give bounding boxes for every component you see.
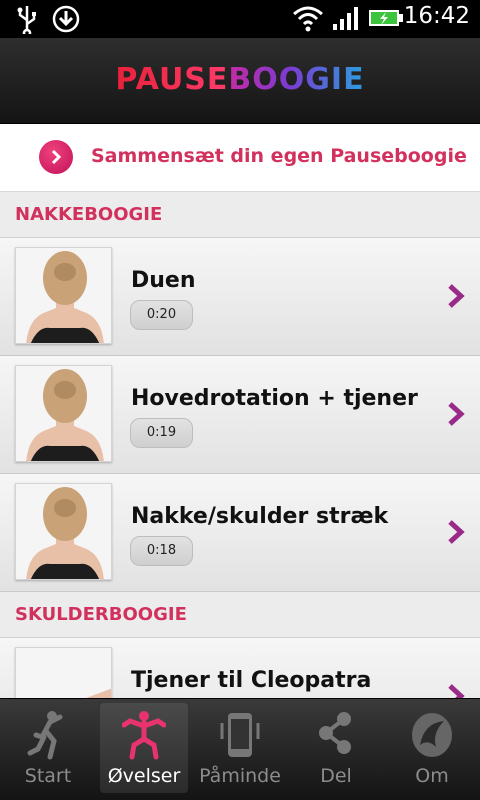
exercise-title: Duen — [131, 268, 196, 293]
exercise-title: Tjener til Cleopatra — [131, 668, 372, 693]
list-item[interactable]: Duen 0:20 — [0, 238, 480, 356]
tab-del[interactable]: Del — [292, 703, 380, 793]
chevron-right-icon — [448, 520, 465, 544]
status-bar: 16:42 — [0, 0, 480, 38]
tab-ovelser[interactable]: Øvelser — [100, 703, 188, 793]
compose-own-pauseboogie-button[interactable]: Sammensæt din egen Pauseboogie — [0, 124, 480, 192]
exercise-title: Nakke/skulder stræk — [131, 504, 389, 529]
compose-label: Sammensæt din egen Pauseboogie — [91, 145, 467, 167]
chevron-right-icon — [448, 284, 465, 308]
logo-text-boogie: BOOGIE — [228, 62, 365, 97]
duration-badge: 0:19 — [130, 418, 193, 448]
tab-label: Del — [320, 765, 352, 787]
exercise-thumbnail — [15, 247, 112, 344]
chevron-right-circle-icon — [39, 140, 73, 174]
logo-text-pause: PAUSE — [115, 62, 229, 97]
signal-icon — [333, 7, 358, 30]
tab-label: Øvelser — [107, 765, 181, 787]
app-logo-icon — [412, 713, 452, 757]
phone-vibrate-icon — [220, 713, 260, 757]
tab-om[interactable]: Om — [388, 703, 476, 793]
person-dance-icon — [122, 711, 166, 760]
tab-pamind[interactable]: Påminde — [196, 703, 284, 793]
usb-icon — [17, 6, 36, 34]
battery-charging-icon — [369, 10, 403, 26]
duration-badge: 0:20 — [130, 300, 193, 330]
chevron-right-icon — [448, 402, 465, 426]
tab-label: Om — [415, 765, 449, 787]
exercise-thumbnail — [15, 483, 112, 580]
app-header: PAUSEBOOGIE — [0, 38, 480, 124]
duration-badge: 0:18 — [130, 536, 193, 566]
person-stretch-icon — [27, 711, 63, 760]
section-title: NAKKEBOOGIE — [15, 204, 163, 225]
section-header-nakkeboogie: NAKKEBOOGIE — [0, 192, 480, 238]
tab-label: Start — [24, 765, 72, 787]
share-icon — [319, 712, 351, 754]
tab-label: Påminde — [199, 765, 281, 787]
wifi-icon — [293, 6, 323, 32]
list-item[interactable]: Nakke/skulder stræk 0:18 — [0, 474, 480, 592]
exercise-title: Hovedrotation + tjener — [131, 386, 418, 411]
app-logo: PAUSEBOOGIE — [0, 62, 480, 97]
clock: 16:42 — [403, 3, 470, 29]
section-title: SKULDERBOOGIE — [15, 604, 187, 625]
section-header-skulderboogie: SKULDERBOOGIE — [0, 592, 480, 638]
tab-start[interactable]: Start — [4, 703, 92, 793]
bottom-navigation: Start Øvelser Påminde Del Om — [0, 698, 480, 800]
list-item[interactable]: Hovedrotation + tjener 0:19 — [0, 356, 480, 474]
exercise-thumbnail — [15, 365, 112, 462]
download-icon — [52, 5, 80, 33]
